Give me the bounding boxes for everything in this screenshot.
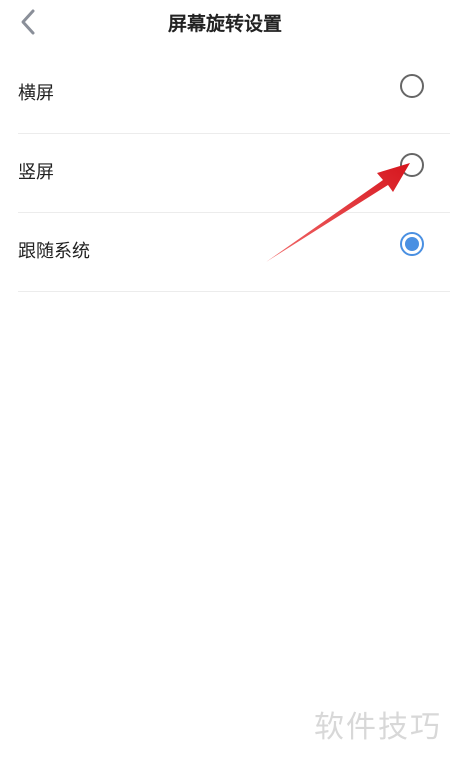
option-landscape[interactable]: 横屏 (18, 55, 450, 134)
top-bar: 屏幕旋转设置 (0, 0, 450, 48)
back-button[interactable] (12, 6, 44, 38)
option-label: 竖屏 (18, 162, 54, 183)
option-label: 横屏 (18, 83, 54, 104)
radio-button-selected[interactable] (400, 232, 424, 256)
radio-button[interactable] (400, 74, 424, 98)
option-follow-system[interactable]: 跟随系统 (18, 213, 450, 292)
page-title: 屏幕旋转设置 (167, 13, 282, 35)
option-portrait[interactable]: 竖屏 (18, 134, 450, 213)
rotation-option-list: 横屏 竖屏 跟随系统 (18, 55, 450, 292)
radio-button[interactable] (400, 153, 424, 177)
option-label: 跟随系统 (18, 241, 90, 262)
watermark: 软件技巧 (314, 710, 442, 745)
chevron-left-icon (21, 9, 35, 35)
